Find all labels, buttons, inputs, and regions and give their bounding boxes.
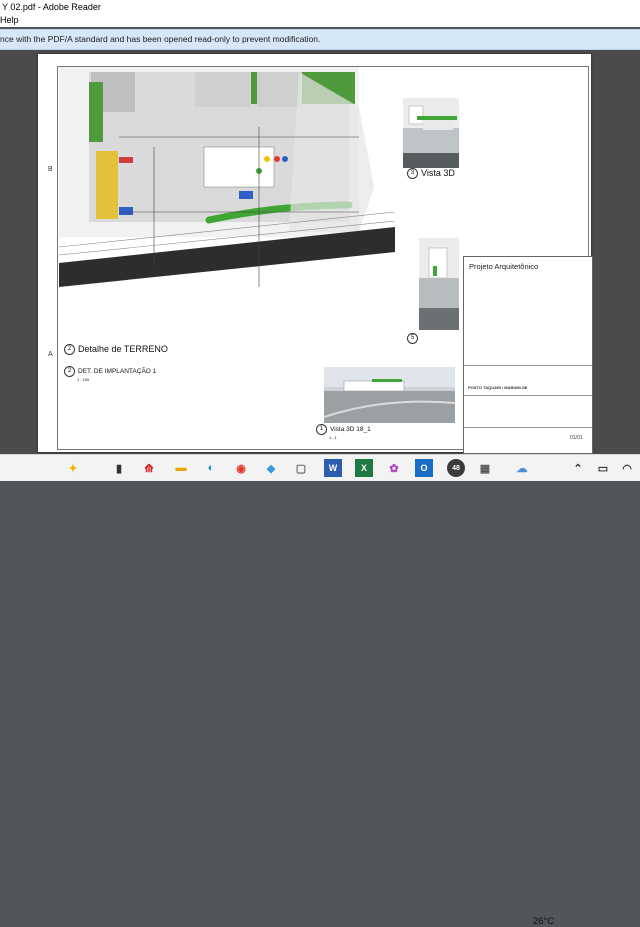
vista3d-bottom-label: 1 Vista 3D 18_1 1 : 1 bbox=[316, 424, 371, 440]
file-explorer-icon[interactable]: ▬ bbox=[172, 459, 190, 477]
app-icon[interactable]: ◆ bbox=[262, 459, 280, 477]
vista3d-top-label: 3 Vista 3D bbox=[407, 168, 455, 180]
det-implantacao-circle: 2 bbox=[64, 366, 75, 377]
edge-icon[interactable]: ◐ bbox=[202, 459, 220, 477]
windows-taskbar: ✦ ▮ ⟰ ▬ ◐ ◉ ◆ ▢ W X ✿ O 48 ▦ ☁ 26°C ⌃ ▭ … bbox=[0, 454, 640, 927]
vista3d-top-text: Vista 3D bbox=[421, 168, 455, 178]
document-area[interactable]: B A 2 Detalhe de TERRENO 2 DET. DE IMPLANT bbox=[0, 50, 640, 454]
title-block-sheet: 01/01 bbox=[570, 435, 583, 441]
window-title: Y 02.pdf - Adobe Reader bbox=[2, 2, 101, 12]
vista3d-bottom-circle: 1 bbox=[316, 424, 327, 435]
grid-label-b: B bbox=[48, 166, 53, 173]
det-implantacao-scale: 1 : 100 bbox=[77, 377, 90, 382]
pdfa-notice: nce with the PDF/A standard and has been… bbox=[0, 34, 321, 44]
vista3d-bottom-scale: 1 : 1 bbox=[329, 435, 337, 440]
copilot-icon[interactable]: ✿ bbox=[385, 459, 403, 477]
outlook-icon[interactable]: O bbox=[415, 459, 433, 477]
vista3d-top-circle: 3 bbox=[407, 168, 418, 180]
network-icon[interactable]: ▭ bbox=[594, 459, 612, 477]
chrome-icon[interactable]: ◉ bbox=[232, 459, 250, 477]
app-icon-2[interactable]: ▢ bbox=[292, 459, 310, 477]
wifi-icon[interactable]: ◠ bbox=[618, 459, 636, 477]
vista3d-mid-circle: 5 bbox=[407, 333, 418, 345]
weather-icon[interactable]: ☁ bbox=[513, 459, 531, 477]
calculator-icon[interactable]: ▦ bbox=[476, 459, 494, 477]
adobe-reader-icon[interactable]: ⟰ bbox=[140, 459, 158, 477]
vista3d-bottom-text: Vista 3D 18_1 bbox=[330, 426, 371, 434]
window-titlebar: Y 02.pdf - Adobe Reader bbox=[0, 0, 640, 14]
word-icon[interactable]: W bbox=[324, 459, 342, 477]
task-view-icon[interactable]: ▮ bbox=[110, 459, 128, 477]
title-block-divider bbox=[464, 365, 592, 366]
det-implantacao-label: 2 DET. DE IMPLANTAÇÃO 1 1 : 100 bbox=[64, 366, 156, 382]
title-block-divider bbox=[464, 395, 592, 396]
view-3d-bottom-image bbox=[323, 367, 456, 423]
view-3d-mid-image bbox=[419, 238, 459, 330]
copilot-sparkle-icon[interactable]: ✦ bbox=[64, 459, 82, 477]
title-block: Projeto Arquitetônico POSTO TAQUARI / MA… bbox=[463, 256, 593, 454]
excel-icon[interactable]: X bbox=[355, 459, 373, 477]
detail-number-circle: 2 bbox=[64, 344, 75, 356]
site-plan-drawing bbox=[59, 67, 395, 287]
title-block-project: POSTO TAQUARI / MARUIM-SE bbox=[468, 385, 528, 390]
weather-temperature[interactable]: 26°C bbox=[533, 916, 554, 927]
menu-bar: Help bbox=[0, 14, 640, 27]
detail-terreno-text: Detalhe de TERRENO bbox=[78, 344, 168, 354]
view-3d-top-image bbox=[403, 98, 459, 168]
menu-help[interactable]: Help bbox=[0, 15, 19, 25]
chevron-up-icon[interactable]: ⌃ bbox=[569, 459, 587, 477]
detail-terreno-label: 2 Detalhe de TERRENO bbox=[64, 344, 168, 356]
title-block-title: Projeto Arquitetônico bbox=[469, 262, 539, 271]
vista3d-mid-label: 5 bbox=[407, 333, 421, 345]
det-implantacao-text: DET. DE IMPLANTAÇÃO 1 bbox=[78, 368, 157, 376]
title-block-divider bbox=[464, 427, 592, 428]
grid-label-a: A bbox=[48, 351, 53, 358]
notification-badge[interactable]: 48 bbox=[447, 459, 465, 477]
document-message-bar: nce with the PDF/A standard and has been… bbox=[0, 29, 640, 50]
